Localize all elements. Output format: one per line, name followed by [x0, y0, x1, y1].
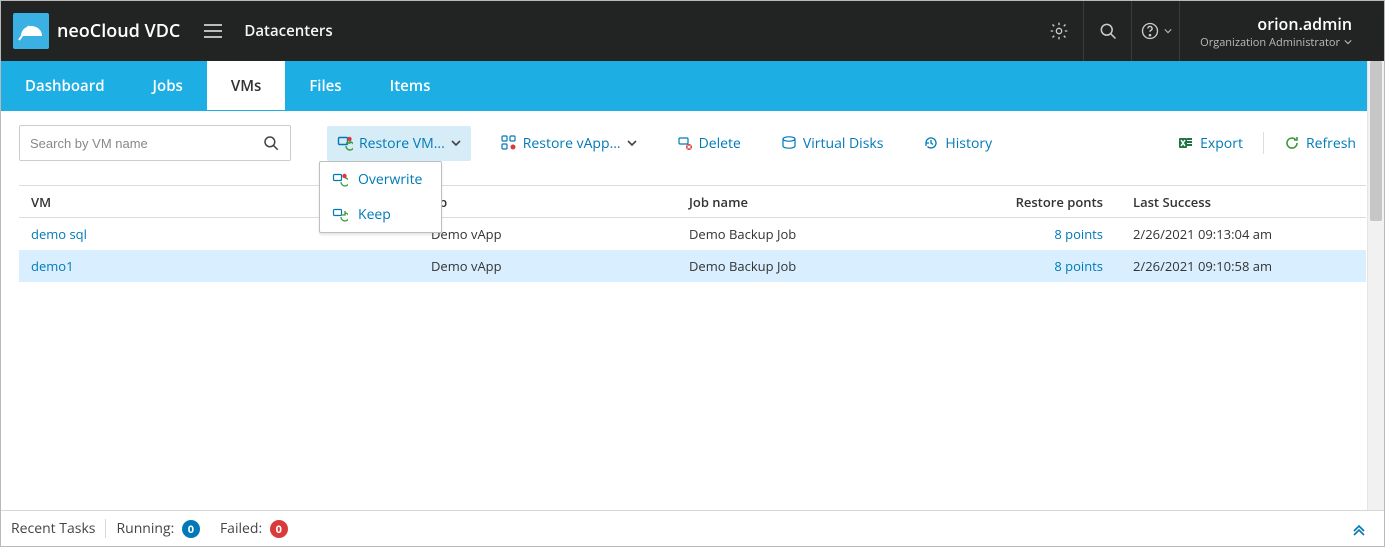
restore-vm-dropdown: Overwrite Keep: [319, 161, 442, 233]
table-row[interactable]: demo1 Demo vApp Demo Backup Job 8 points…: [19, 250, 1366, 282]
logo-icon: [13, 13, 49, 49]
action-row: Restore VM... Restore vApp... Delete Vir…: [19, 125, 1366, 161]
search-icon[interactable]: [262, 134, 280, 152]
settings-button[interactable]: [1035, 1, 1083, 61]
restore-vapp-button[interactable]: Restore vApp...: [491, 126, 647, 161]
recent-tasks-label[interactable]: Recent Tasks: [11, 519, 106, 538]
chevron-down-icon: [1344, 38, 1352, 46]
dropdown-overwrite[interactable]: Overwrite: [320, 162, 441, 197]
running-count-badge: 0: [182, 520, 200, 538]
topbar-right: orion.admin Organization Administrator: [1035, 1, 1372, 61]
cell-restore-points[interactable]: 8 points: [981, 257, 1103, 275]
product-logo[interactable]: neoCloud VDC: [13, 13, 180, 49]
user-menu[interactable]: orion.admin Organization Administrator: [1179, 1, 1372, 61]
chevron-down-icon: [627, 139, 637, 147]
restore-vm-button[interactable]: Restore VM...: [327, 126, 471, 161]
tab-bar: Dashboard Jobs VMs Files Items: [1, 61, 1384, 111]
dropdown-keep[interactable]: Keep: [320, 197, 441, 232]
scrollbar-thumb[interactable]: [1370, 61, 1382, 221]
cell-restore-points[interactable]: 8 points: [981, 225, 1103, 243]
chevron-double-up-icon: [1352, 522, 1366, 536]
export-button[interactable]: Export: [1168, 126, 1253, 161]
keep-icon: [332, 207, 348, 223]
cell-vapp: Demo vApp: [431, 257, 689, 275]
chevron-down-icon: [451, 139, 461, 147]
vm-grid: VM pp Job name Restore ponts Last Succes…: [19, 185, 1366, 282]
footer-bar: Recent Tasks Running: 0 Failed: 0: [1, 510, 1384, 546]
top-bar: neoCloud VDC Datacenters orion.admin Org…: [1, 1, 1384, 61]
delete-button[interactable]: Delete: [667, 126, 751, 161]
tab-dashboard[interactable]: Dashboard: [1, 61, 129, 110]
toolbar-divider: [1263, 132, 1264, 154]
search-input[interactable]: [30, 136, 262, 151]
gear-icon: [1049, 21, 1069, 41]
overwrite-icon: [332, 172, 348, 188]
refresh-button[interactable]: Refresh: [1274, 126, 1366, 161]
excel-icon: [1178, 135, 1194, 151]
breadcrumb-datacenters[interactable]: Datacenters: [244, 21, 332, 41]
table-row[interactable]: demo sql Demo vApp Demo Backup Job 8 poi…: [19, 218, 1366, 250]
menu-icon[interactable]: [204, 24, 222, 38]
col-header-job[interactable]: Job name: [689, 193, 981, 211]
cell-last-success: 2/26/2021 09:10:58 am: [1103, 257, 1354, 275]
search-button[interactable]: [1083, 1, 1131, 61]
tab-vms[interactable]: VMs: [207, 61, 285, 110]
tab-items[interactable]: Items: [366, 61, 455, 110]
toolbar: Restore VM... Restore vApp... Delete Vir…: [305, 126, 1366, 161]
help-icon: [1140, 21, 1160, 41]
history-button[interactable]: History: [913, 126, 1002, 161]
history-icon: [923, 135, 939, 151]
product-name: neoCloud VDC: [57, 19, 180, 43]
disk-icon: [781, 135, 797, 151]
running-tasks[interactable]: Running: 0: [106, 519, 209, 539]
col-header-last-success[interactable]: Last Success: [1103, 193, 1354, 211]
chevron-down-icon: [1164, 27, 1172, 35]
help-button[interactable]: [1131, 1, 1179, 61]
expand-tasks-button[interactable]: [1344, 522, 1374, 536]
cell-vm[interactable]: demo1: [31, 257, 431, 275]
cell-last-success: 2/26/2021 09:13:04 am: [1103, 225, 1354, 243]
cell-vapp: Demo vApp: [431, 225, 689, 243]
col-header-vapp[interactable]: pp: [431, 193, 689, 211]
col-header-restore-points[interactable]: Restore ponts: [981, 193, 1103, 211]
virtual-disks-button[interactable]: Virtual Disks: [771, 126, 894, 161]
cell-job: Demo Backup Job: [689, 225, 981, 243]
scrollbar[interactable]: [1367, 61, 1384, 510]
tab-files[interactable]: Files: [285, 61, 365, 110]
user-name: orion.admin: [1257, 13, 1352, 35]
content-area: Restore VM... Restore vApp... Delete Vir…: [1, 111, 1384, 282]
failed-tasks[interactable]: Failed: 0: [210, 519, 298, 539]
search-icon: [1098, 21, 1118, 41]
restore-vapp-icon: [501, 135, 517, 151]
delete-icon: [677, 135, 693, 151]
search-box[interactable]: [19, 125, 291, 161]
cell-job: Demo Backup Job: [689, 257, 981, 275]
restore-vm-icon: [337, 135, 353, 151]
tab-jobs[interactable]: Jobs: [129, 61, 207, 110]
refresh-icon: [1284, 135, 1300, 151]
user-role: Organization Administrator: [1200, 35, 1352, 50]
failed-count-badge: 0: [270, 520, 288, 538]
grid-header: VM pp Job name Restore ponts Last Succes…: [19, 186, 1366, 218]
